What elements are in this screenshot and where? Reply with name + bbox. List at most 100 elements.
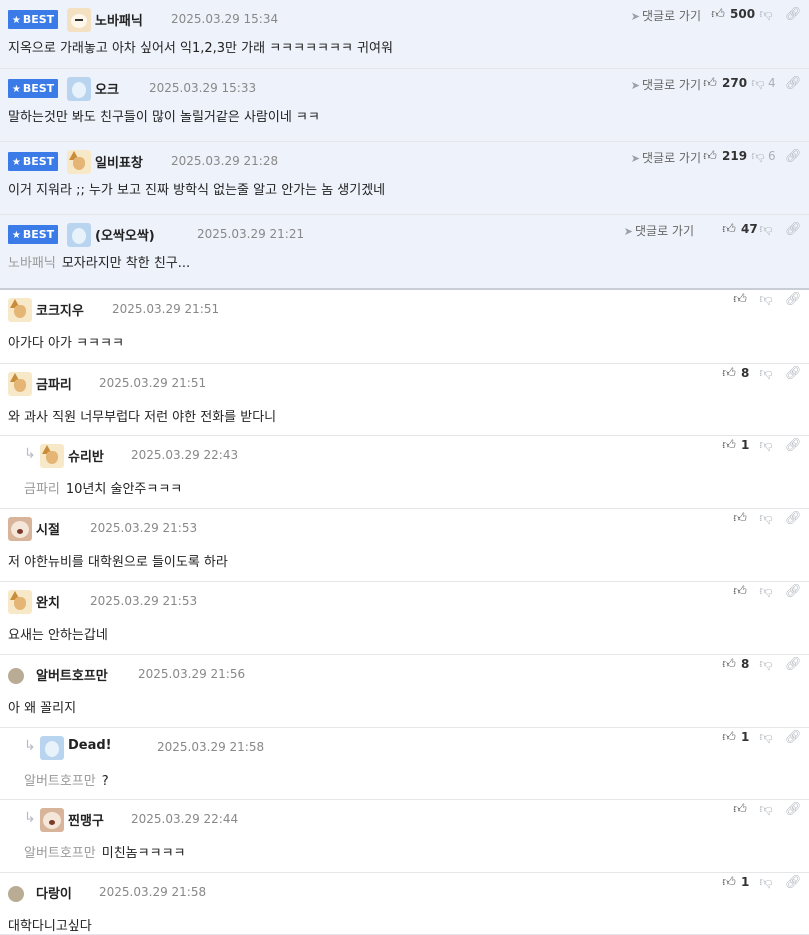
nickname[interactable]: 찐맹구 bbox=[68, 810, 104, 829]
avatar[interactable] bbox=[8, 372, 32, 396]
thumbs-down-icon[interactable]: 👎︎ bbox=[750, 149, 766, 165]
upvote-count: 1 bbox=[741, 730, 750, 744]
link-icon[interactable]: 🔗︎ bbox=[785, 730, 802, 746]
mention-nickname[interactable]: 노바패닉 bbox=[8, 256, 56, 271]
avatar[interactable] bbox=[67, 77, 91, 101]
avatar[interactable] bbox=[8, 298, 32, 322]
goto-comment-link[interactable]: ➤ 댓글로 가기 bbox=[631, 149, 701, 166]
link-icon[interactable]: 🔗︎ bbox=[785, 584, 802, 600]
nickname[interactable]: 일비표창 bbox=[95, 152, 143, 171]
nickname[interactable]: 노바패닉 bbox=[95, 10, 143, 29]
comment-body: ? bbox=[101, 774, 109, 789]
thumbs-up-icon[interactable]: 👍︎ bbox=[721, 222, 737, 238]
link-icon[interactable]: 🔗︎ bbox=[785, 76, 802, 92]
comment-row: 코크지우 2025.03.29 21:51 👍︎ 👎︎ 🔗︎ 아가다 아가 ㅋㅋㅋㅋ bbox=[0, 290, 809, 364]
thumbs-down-icon[interactable]: 👎︎ bbox=[758, 511, 774, 527]
link-icon[interactable]: 🔗︎ bbox=[785, 292, 802, 308]
thumbs-up-icon[interactable]: 👍︎ bbox=[732, 292, 748, 308]
send-icon: ➤ bbox=[630, 10, 640, 23]
comment-date: 2025.03.29 21:53 bbox=[90, 594, 198, 608]
goto-comment-link[interactable]: ➤ 댓글로 가기 bbox=[631, 76, 701, 93]
avatar[interactable] bbox=[40, 736, 64, 760]
best-comment-row: ★ BEST (오싹오싹) 2025.03.29 21:21 ➤ 댓글로 가기 👍︎ 47 👎︎… bbox=[0, 215, 809, 290]
nickname[interactable]: 알버트호프만 bbox=[36, 665, 108, 684]
comment-text: 아 왜 꼴리지 bbox=[8, 697, 76, 716]
thumbs-down-icon[interactable]: 👎︎ bbox=[758, 802, 774, 818]
comment-body: 이거 지워라 ;; 누가 보고 진짜 방학식 없는줄 알고 안가는 놈 생기겠네 bbox=[8, 183, 386, 198]
avatar[interactable] bbox=[8, 590, 32, 614]
thumbs-up-icon[interactable]: 👍︎ bbox=[702, 149, 718, 165]
avatar[interactable] bbox=[8, 668, 24, 684]
thumbs-up-icon[interactable]: 👍︎ bbox=[721, 438, 737, 454]
thumbs-down-icon[interactable]: 👎︎ bbox=[758, 222, 774, 238]
thumbs-down-icon[interactable]: 👎︎ bbox=[758, 730, 774, 746]
thumbs-down-icon[interactable]: 👎︎ bbox=[758, 584, 774, 600]
link-icon[interactable]: 🔗︎ bbox=[785, 875, 802, 891]
thumbs-up-icon[interactable]: 👍︎ bbox=[702, 76, 718, 92]
mention-nickname[interactable]: 알버트호프만 bbox=[24, 846, 96, 861]
comment-header: 코크지우 2025.03.29 21:51 👍︎ 👎︎ 🔗︎ bbox=[0, 290, 809, 326]
reply-comment-row: ↳ 찐맹구 2025.03.29 22:44 👍︎ 👎︎ 🔗︎ 알버트호프만 미친놈ㅋㅋㅋㅋ bbox=[0, 800, 809, 873]
best-badge-label: BEST bbox=[22, 155, 55, 168]
avatar[interactable] bbox=[67, 223, 91, 247]
goto-comment-link[interactable]: ➤ 댓글로 가기 bbox=[631, 7, 701, 24]
upvote-count: 47 bbox=[741, 222, 758, 236]
comment-date: 2025.03.29 21:58 bbox=[157, 740, 265, 754]
comment-header: ↳ 찐맹구 2025.03.29 22:44 👍︎ 👎︎ 🔗︎ bbox=[0, 800, 809, 836]
avatar[interactable] bbox=[40, 808, 64, 832]
thumbs-up-icon[interactable]: 👍︎ bbox=[732, 584, 748, 600]
link-icon[interactable]: 🔗︎ bbox=[785, 366, 802, 382]
nickname[interactable]: (오싹오싹) bbox=[95, 225, 155, 244]
thumbs-up-icon[interactable]: 👍︎ bbox=[721, 366, 737, 382]
link-icon[interactable]: 🔗︎ bbox=[785, 7, 802, 23]
send-icon: ➤ bbox=[630, 79, 640, 92]
thumbs-up-icon[interactable]: 👍︎ bbox=[721, 657, 737, 673]
mention-nickname[interactable]: 금파리 bbox=[24, 482, 60, 497]
avatar[interactable] bbox=[8, 886, 24, 902]
link-icon[interactable]: 🔗︎ bbox=[785, 149, 802, 165]
link-icon[interactable]: 🔗︎ bbox=[785, 511, 802, 527]
thumbs-down-icon[interactable]: 👎︎ bbox=[758, 7, 774, 23]
avatar[interactable] bbox=[67, 8, 91, 32]
avatar[interactable] bbox=[8, 517, 32, 541]
nickname[interactable]: 완치 bbox=[36, 592, 60, 611]
avatar[interactable] bbox=[67, 150, 91, 174]
comment-body: 모자라지만 착한 친구... bbox=[61, 256, 191, 271]
link-icon[interactable]: 🔗︎ bbox=[785, 802, 802, 818]
avatar[interactable] bbox=[40, 444, 64, 468]
thumbs-up-icon[interactable]: 👍︎ bbox=[721, 730, 737, 746]
upvote-count: 219 bbox=[722, 149, 748, 163]
upvote-count: 500 bbox=[730, 7, 756, 21]
thumbs-down-icon[interactable]: 👎︎ bbox=[758, 438, 774, 454]
link-icon[interactable]: 🔗︎ bbox=[785, 657, 802, 673]
link-icon[interactable]: 🔗︎ bbox=[785, 438, 802, 454]
nickname[interactable]: 다랑이 bbox=[36, 883, 72, 902]
comment-header: ★ BEST (오싹오싹) 2025.03.29 21:21 ➤ 댓글로 가기 👍︎ 47 👎︎… bbox=[0, 215, 809, 251]
thumbs-down-icon[interactable]: 👎︎ bbox=[750, 76, 766, 92]
goto-comment-link[interactable]: ➤ 댓글로 가기 bbox=[624, 222, 694, 239]
nickname[interactable]: 시절 bbox=[36, 519, 60, 538]
comment-header: 다랑이 2025.03.29 21:58 👍︎ 1 👎︎ 🔗︎ bbox=[0, 873, 809, 909]
thumbs-up-icon[interactable]: 👍︎ bbox=[732, 802, 748, 818]
thumbs-down-icon[interactable]: 👎︎ bbox=[758, 657, 774, 673]
thumbs-up-icon[interactable]: 👍︎ bbox=[710, 7, 726, 23]
nickname[interactable]: 슈리반 bbox=[68, 446, 104, 465]
comment-header: ↳ 슈리반 2025.03.29 22:43 👍︎ 1 👎︎ 🔗︎ bbox=[0, 436, 809, 472]
thumbs-up-icon[interactable]: 👍︎ bbox=[721, 875, 737, 891]
thumbs-up-icon[interactable]: 👍︎ bbox=[732, 511, 748, 527]
link-icon[interactable]: 🔗︎ bbox=[785, 222, 802, 238]
comment-body: 10년치 술안주ㅋㅋㅋ bbox=[65, 482, 183, 497]
thumbs-down-icon[interactable]: 👎︎ bbox=[758, 366, 774, 382]
goto-label: 댓글로 가기 bbox=[641, 9, 701, 23]
nickname[interactable]: 코크지우 bbox=[36, 300, 84, 319]
nickname[interactable]: 금파리 bbox=[36, 374, 72, 393]
nickname[interactable]: Dead! bbox=[68, 738, 112, 753]
thumbs-down-icon[interactable]: 👎︎ bbox=[758, 292, 774, 308]
comment-header: ★ BEST 노바패닉 2025.03.29 15:34 ➤ 댓글로 가기 👍︎ 500 👎︎ 🔗… bbox=[0, 0, 809, 36]
nickname[interactable]: 오크 bbox=[95, 79, 119, 98]
thumbs-down-icon[interactable]: 👎︎ bbox=[758, 875, 774, 891]
comment-row: 완치 2025.03.29 21:53 👍︎ 👎︎ 🔗︎ 요새는 안하는갑네 bbox=[0, 582, 809, 655]
mention-nickname[interactable]: 알버트호프만 bbox=[24, 774, 96, 789]
reply-comment-row: ↳ Dead! 2025.03.29 21:58 👍︎ 1 👎︎ 🔗︎ 알버트호프만? bbox=[0, 728, 809, 800]
comment-text: 아가다 아가 ㅋㅋㅋㅋ bbox=[8, 332, 124, 351]
